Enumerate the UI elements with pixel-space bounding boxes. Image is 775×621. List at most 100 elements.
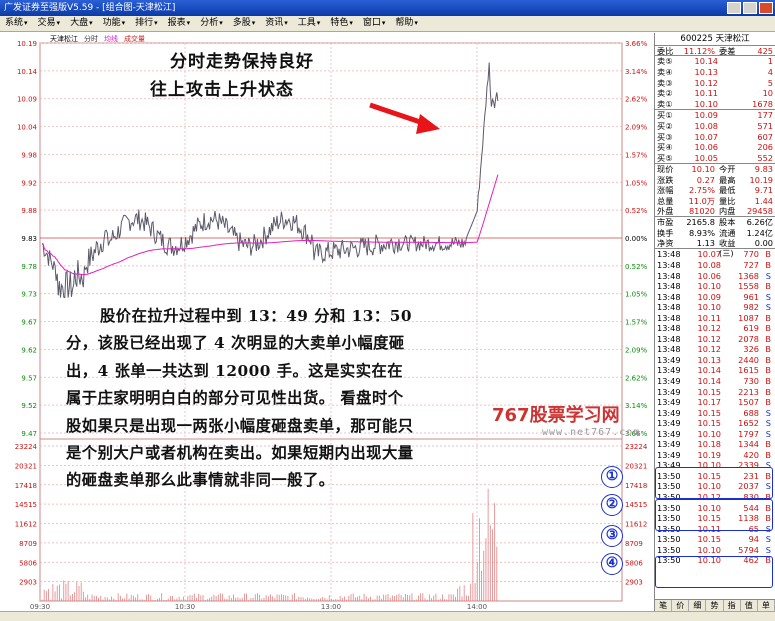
- menu-item[interactable]: 多股: [228, 16, 261, 31]
- tick-volume: 2078: [738, 333, 759, 344]
- tick-time: 13:49: [657, 407, 681, 418]
- arrow-head: [416, 114, 440, 134]
- bid-volume: 206: [757, 142, 773, 153]
- tick-time: 13:49: [657, 439, 681, 450]
- tick-price: 10.12: [697, 344, 721, 355]
- quote-row: 卖② 10.11 10: [655, 88, 775, 99]
- ask-label: 卖④: [657, 66, 673, 77]
- ask-volume: 1678: [752, 98, 773, 109]
- stat-label: 今开: [719, 164, 736, 175]
- menu-item[interactable]: 报表: [163, 16, 196, 31]
- bottom-tab[interactable]: 势: [706, 600, 724, 611]
- quote-row: 卖① 10.10 1678: [655, 99, 775, 110]
- close-icon[interactable]: [759, 2, 773, 14]
- menu-item[interactable]: 功能: [98, 16, 131, 31]
- tick-flag: S: [765, 270, 771, 281]
- bid-label: 买④: [657, 142, 673, 153]
- tick-time: 13:49: [657, 428, 681, 439]
- stat-value: 2165.8: [686, 217, 715, 228]
- pct-tick-label: 1.05%: [625, 291, 648, 299]
- tick-price: 10.15: [697, 407, 721, 418]
- bottom-tab[interactable]: 细: [689, 600, 707, 611]
- volume-tick-label: 23224: [15, 443, 38, 451]
- tick-row: 13:49 10.13 2440 B: [655, 355, 775, 366]
- menu-item[interactable]: 大盘: [65, 16, 98, 31]
- bottom-tab[interactable]: 笔: [655, 600, 673, 611]
- tick-time: 13:50: [657, 544, 681, 555]
- tick-row: 13:49 10.17 1507 B: [655, 397, 775, 408]
- tick-row: 13:49 10.14 730 B: [655, 376, 775, 387]
- tick-flag: B: [765, 281, 771, 292]
- tick-flag: B: [765, 439, 771, 450]
- price-tick-label: 9.78: [21, 263, 37, 271]
- price-tick-label: 9.62: [21, 346, 37, 354]
- bid-volume: 571: [757, 120, 773, 131]
- menu-item[interactable]: 交易: [33, 16, 66, 31]
- tick-price: 10.12: [697, 333, 721, 344]
- tick-flag: B: [765, 323, 771, 334]
- ask-volume: 10: [762, 88, 773, 99]
- group-box-4: [655, 556, 773, 588]
- stock-code-header: 600225 天津松江: [655, 33, 775, 46]
- menu-item[interactable]: 帮助: [390, 16, 423, 31]
- stat-label: 市盈: [657, 217, 674, 228]
- stat-value: 9.83: [754, 164, 773, 175]
- volume-tick-label-right: 11612: [625, 521, 647, 529]
- intraday-chart[interactable]: 10.19 3.66% 10.14 3.14% 10.09 2.62% 10.04 2.09%…: [0, 33, 655, 611]
- bid-label: 买⑤: [657, 152, 673, 163]
- menu-item[interactable]: 排行: [130, 16, 163, 31]
- tick-volume: 688: [743, 407, 759, 418]
- pct-tick-label: 2.09%: [625, 124, 648, 132]
- stat-label: 外盘: [657, 205, 674, 216]
- quote-row: 现价 10.10 今开 9.83: [655, 164, 775, 174]
- pct-tick-label: 2.62%: [625, 374, 648, 382]
- bid-price: 10.05: [694, 152, 718, 163]
- bottom-tabs: 笔价细势指值单: [655, 599, 775, 611]
- pct-tick-label: 3.14%: [625, 68, 648, 76]
- volume-tick-label-right: 5806: [625, 559, 643, 567]
- stat-value: 8.93%: [688, 227, 715, 238]
- pct-tick-label: 1.05%: [625, 179, 648, 187]
- maximize-icon[interactable]: [743, 2, 757, 14]
- tick-volume: 1507: [738, 397, 759, 408]
- marker-2: ②: [601, 494, 623, 516]
- tick-volume: 1652: [738, 418, 759, 429]
- tick-row: 13:50 10.15 94 S: [655, 534, 775, 545]
- tick-flag: B: [765, 312, 771, 323]
- minimize-icon[interactable]: [727, 2, 741, 14]
- tick-volume: 2440: [738, 354, 759, 365]
- quote-row: 卖③ 10.12 5: [655, 78, 775, 89]
- tick-price: 10.14: [697, 376, 721, 387]
- bottom-tab[interactable]: 单: [758, 600, 775, 611]
- stat-value: 10.19: [749, 174, 773, 185]
- tick-row: 13:49 10.18 1344 B: [655, 439, 775, 450]
- stat-label: 内盘: [719, 205, 736, 216]
- tick-row: 13:48 10.11 1087 B: [655, 313, 775, 324]
- pct-tick-label: 1.57%: [625, 319, 648, 327]
- bottom-tab[interactable]: 指: [724, 600, 741, 611]
- tick-price: 10.12: [697, 323, 721, 334]
- stat-label: 涨跌: [657, 174, 674, 185]
- ask-label: 卖①: [657, 98, 673, 109]
- menu-item[interactable]: 分析: [195, 16, 228, 31]
- menu-item[interactable]: 系统: [0, 16, 33, 31]
- menu-item[interactable]: 特色: [325, 16, 358, 31]
- tick-volume: 94: [748, 534, 759, 545]
- stat-label: 流通: [719, 227, 736, 238]
- bottom-tab[interactable]: 值: [741, 600, 758, 611]
- watermark-brand: 767股票学习网: [492, 405, 620, 426]
- stat-label: 量比: [719, 195, 736, 206]
- menu-item[interactable]: 资讯: [260, 16, 293, 31]
- ask-label: 卖③: [657, 77, 673, 88]
- tick-flag: B: [765, 344, 771, 355]
- menu-item[interactable]: 工具: [293, 16, 326, 31]
- volume-tick-label-right: 23224: [625, 443, 648, 451]
- tick-time: 13:49: [657, 365, 681, 376]
- volume-tick-label-right: 2903: [625, 579, 643, 587]
- bottom-tab[interactable]: 价: [672, 600, 690, 611]
- tick-row: 13:50 10.10 5794 S: [655, 545, 775, 556]
- menu-item[interactable]: 窗口: [358, 16, 391, 31]
- tick-price: 10.13: [697, 354, 721, 365]
- tick-volume: 1558: [738, 281, 759, 292]
- stat-value: 0.00: [754, 238, 773, 249]
